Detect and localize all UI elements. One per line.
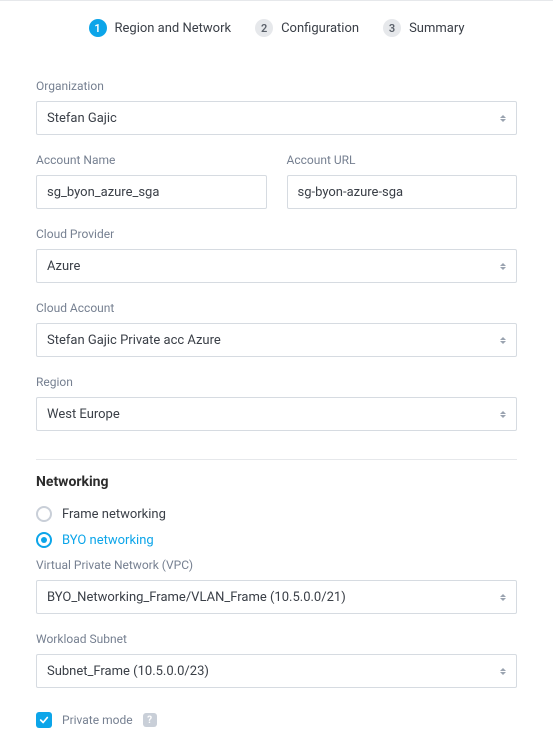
cloud-account-select[interactable]: Stefan Gajic Private acc Azure bbox=[36, 323, 517, 357]
radio-frame-networking[interactable]: Frame networking bbox=[36, 506, 517, 522]
label-account-name: Account Name bbox=[36, 153, 267, 167]
step-label: Region and Network bbox=[115, 21, 232, 36]
chevron-updown-icon bbox=[500, 337, 506, 344]
label-account-url: Account URL bbox=[287, 153, 518, 167]
label-workload-subnet: Workload Subnet bbox=[36, 632, 517, 646]
field-organization: Organization Stefan Gajic bbox=[36, 79, 517, 135]
chevron-updown-icon bbox=[500, 115, 506, 122]
field-workload-subnet: Workload Subnet Subnet_Frame (10.5.0.0/2… bbox=[36, 632, 517, 688]
account-url-input[interactable] bbox=[287, 175, 518, 209]
organization-value: Stefan Gajic bbox=[47, 111, 117, 126]
field-cloud-account: Cloud Account Stefan Gajic Private acc A… bbox=[36, 301, 517, 357]
label-vpc: Virtual Private Network (VPC) bbox=[36, 558, 517, 572]
check-icon bbox=[39, 715, 49, 725]
chevron-updown-icon bbox=[500, 668, 506, 675]
section-divider bbox=[36, 459, 517, 460]
private-mode-label: Private mode bbox=[62, 713, 133, 727]
vpc-value: BYO_Networking_Frame/VLAN_Frame (10.5.0.… bbox=[47, 590, 346, 605]
step-configuration[interactable]: 2 Configuration bbox=[255, 19, 359, 37]
region-select[interactable]: West Europe bbox=[36, 397, 517, 431]
step-badge: 1 bbox=[89, 19, 107, 37]
radio-label: Frame networking bbox=[62, 507, 166, 522]
field-region: Region West Europe bbox=[36, 375, 517, 431]
label-organization: Organization bbox=[36, 79, 517, 93]
cloud-account-value: Stefan Gajic Private acc Azure bbox=[47, 333, 221, 348]
step-summary[interactable]: 3 Summary bbox=[383, 19, 464, 37]
help-icon[interactable]: ? bbox=[143, 713, 157, 727]
step-badge: 2 bbox=[255, 19, 273, 37]
account-name-input[interactable] bbox=[36, 175, 267, 209]
cloud-provider-value: Azure bbox=[47, 259, 80, 274]
region-value: West Europe bbox=[47, 407, 120, 422]
step-label: Summary bbox=[409, 21, 464, 36]
step-region-network[interactable]: 1 Region and Network bbox=[89, 19, 232, 37]
workload-subnet-value: Subnet_Frame (10.5.0.0/23) bbox=[47, 664, 209, 679]
radio-icon bbox=[36, 532, 52, 548]
field-cloud-provider: Cloud Provider Azure bbox=[36, 227, 517, 283]
chevron-updown-icon bbox=[500, 263, 506, 270]
radio-icon bbox=[36, 506, 52, 522]
wizard-stepper: 1 Region and Network 2 Configuration 3 S… bbox=[0, 0, 553, 53]
form-area: Organization Stefan Gajic Account Name A… bbox=[0, 53, 553, 738]
label-cloud-account: Cloud Account bbox=[36, 301, 517, 315]
networking-title: Networking bbox=[36, 474, 517, 490]
vpc-select[interactable]: BYO_Networking_Frame/VLAN_Frame (10.5.0.… bbox=[36, 580, 517, 614]
label-cloud-provider: Cloud Provider bbox=[36, 227, 517, 241]
step-badge: 3 bbox=[383, 19, 401, 37]
field-vpc: Virtual Private Network (VPC) BYO_Networ… bbox=[36, 558, 517, 614]
step-label: Configuration bbox=[281, 21, 359, 36]
radio-label: BYO networking bbox=[62, 533, 154, 548]
field-account-name: Account Name bbox=[36, 153, 267, 209]
field-account-url: Account URL bbox=[287, 153, 518, 209]
chevron-updown-icon bbox=[500, 594, 506, 601]
radio-byo-networking[interactable]: BYO networking bbox=[36, 532, 517, 548]
chevron-updown-icon bbox=[500, 411, 506, 418]
label-region: Region bbox=[36, 375, 517, 389]
cloud-provider-select[interactable]: Azure bbox=[36, 249, 517, 283]
workload-subnet-select[interactable]: Subnet_Frame (10.5.0.0/23) bbox=[36, 654, 517, 688]
organization-select[interactable]: Stefan Gajic bbox=[36, 101, 517, 135]
